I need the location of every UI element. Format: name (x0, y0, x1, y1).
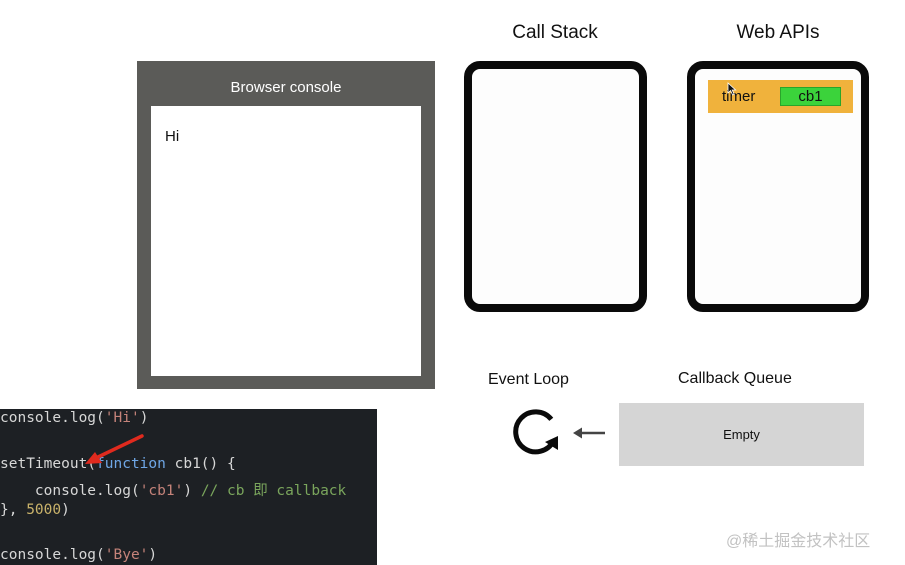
web-apis-frame: timer cb1 (687, 61, 869, 312)
arrow-left-icon (573, 427, 605, 439)
web-apis-title: Web APIs (736, 22, 820, 43)
refresh-cycle-icon (513, 409, 558, 455)
code-line: }, 5000) (0, 502, 70, 518)
watermark: @稀土掘金技术社区 (726, 533, 871, 550)
call-stack-title: Call Stack (512, 22, 598, 43)
callback-queue-title: Callback Queue (678, 370, 792, 387)
callback-queue-status: Empty (723, 427, 760, 442)
browser-console-title: Browser console (230, 79, 342, 96)
console-output-line: Hi (165, 128, 180, 145)
mouse-cursor-icon (727, 82, 737, 96)
call-stack-frame (464, 61, 647, 312)
code-editor-panel: console.log('Hi') setTimeout(function cb… (0, 409, 377, 565)
timer-block: timer cb1 (708, 80, 853, 113)
red-arrow-icon (85, 434, 144, 464)
browser-console-output: Hi (151, 106, 421, 376)
callback-cb1-block: cb1 (780, 87, 841, 106)
code-line: console.log('Bye') (0, 547, 158, 563)
browser-console-panel: Browser console Hi (137, 61, 435, 389)
callback-queue-box: Empty (619, 403, 864, 466)
event-loop-title: Event Loop (488, 371, 569, 388)
code-line: console.log('cb1') // cb 即 callback (34, 483, 347, 499)
code-line: console.log('Hi') (0, 410, 149, 426)
